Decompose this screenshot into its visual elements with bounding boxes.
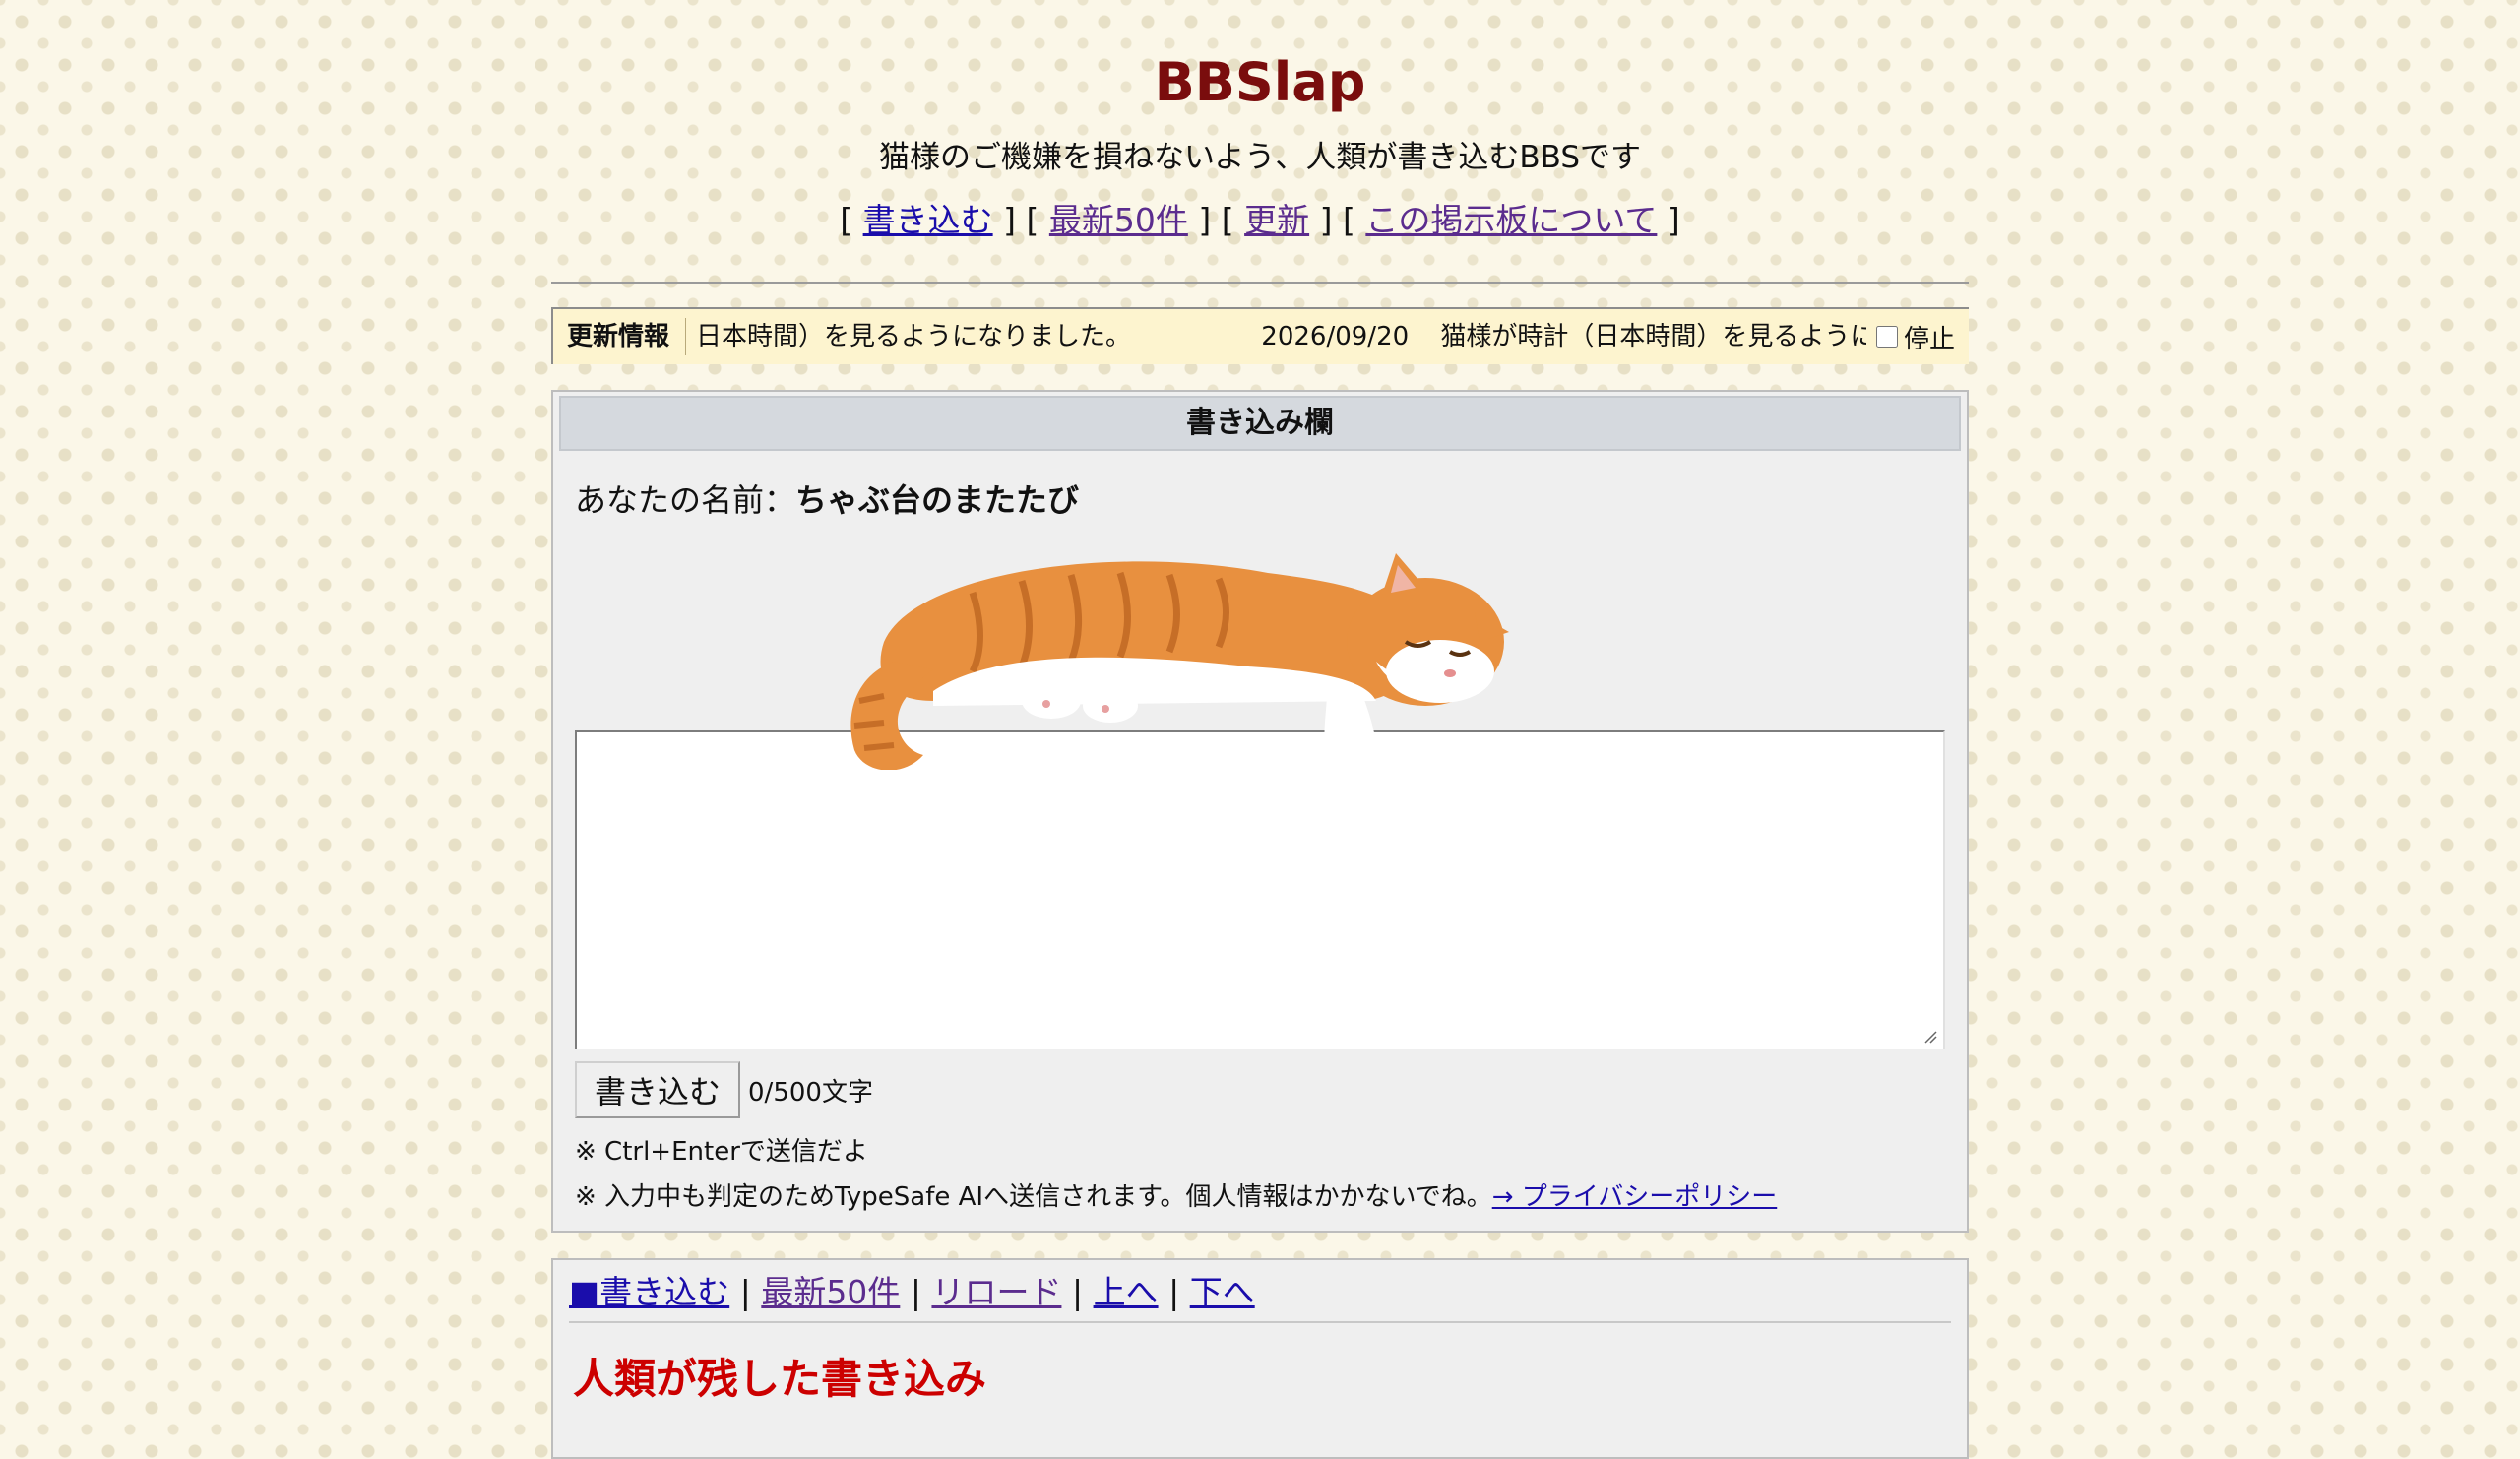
bracket-close: ]: [1003, 201, 1016, 239]
privacy-note-text: ※ 入力中も判定のためTypeSafe AIへ送信されます。個人情報はかかないで…: [575, 1182, 1492, 1212]
shortcut-note: ※ Ctrl+Enterで送信だよ: [575, 1137, 868, 1167]
site-title: BBSlap: [1154, 51, 1366, 113]
posts-section: ■書き込む | 最新50件 | リロード | 上へ | 下へ 人類が残した書き込…: [551, 1258, 1969, 1459]
page-container: BBSlap 猫様のご機嫌を損ねないよう、人類が書き込むBBSです [ 書き込む…: [551, 0, 1969, 1459]
ticker-date: 2026/09/20: [1261, 322, 1410, 351]
privacy-note: ※ 入力中も判定のためTypeSafe AIへ送信されます。個人情報はかかないで…: [575, 1179, 1961, 1215]
nav-separator: |: [1071, 1273, 1084, 1311]
top-navigation: [ 書き込む ] [ 最新50件 ] [ 更新 ] [ この掲示板について ]: [551, 197, 1969, 244]
char-counter: 0/500文字: [748, 1077, 873, 1108]
sleeping-cat-image: [559, 524, 1961, 770]
nav-write-link[interactable]: 書き込む: [863, 201, 993, 239]
post-form: 書き込み欄 あなたの名前：ちゃぶ台のまたたび 書き込む 0/500文字 ※ Ct…: [551, 390, 1969, 1233]
header-divider: [551, 282, 1969, 284]
form-actions: 書き込む 0/500文字: [575, 1061, 1945, 1118]
posts-nav-up-link[interactable]: 上へ: [1094, 1273, 1159, 1311]
ticker-text: 猫様が時計（日本時間）を見るようになりました。: [1440, 322, 1866, 351]
message-textarea[interactable]: [575, 730, 1945, 1049]
news-ticker: 更新情報 日本時間）を見るようになりました。 2026/09/20 猫様が時計（…: [551, 307, 1969, 364]
posts-heading: 人類が残した書き込み: [573, 1355, 987, 1403]
nav-separator: |: [1168, 1273, 1180, 1311]
site-subtitle: 猫様のご機嫌を損ねないよう、人類が書き込むBBSです: [878, 140, 1642, 175]
nav-about-link[interactable]: この掲示板について: [1365, 201, 1657, 239]
nav-refresh-link[interactable]: 更新: [1244, 201, 1309, 239]
post-form-header: 書き込み欄: [559, 396, 1961, 451]
ticker-scroll-area: 日本時間）を見るようになりました。 2026/09/20 猫様が時計（日本時間）…: [686, 318, 1866, 355]
posts-nav-latest50-link[interactable]: 最新50件: [761, 1273, 900, 1311]
posts-nav-down-link[interactable]: 下へ: [1190, 1273, 1255, 1311]
bracket-close: ]: [1198, 201, 1212, 239]
bracket-open: [: [840, 201, 853, 239]
ticker-stop-label: 停止: [1903, 324, 1955, 354]
posts-nav-reload-link[interactable]: リロード: [931, 1273, 1061, 1311]
bracket-close: ]: [1319, 201, 1333, 239]
ticker-stop-checkbox[interactable]: [1875, 326, 1898, 348]
posts-navigation: ■書き込む | 最新50件 | リロード | 上へ | 下へ: [569, 1268, 1951, 1323]
nav-separator: |: [910, 1273, 921, 1311]
ticker-stop-toggle[interactable]: 停止: [1866, 319, 1969, 355]
ticker-text-head: 日本時間）を見るようになりました。: [696, 322, 1132, 351]
bracket-open: [: [1342, 201, 1355, 239]
bracket-open: [: [1026, 201, 1040, 239]
resize-grip-icon[interactable]: [1923, 1030, 1937, 1044]
ticker-label: 更新情報: [553, 318, 687, 355]
cat-illustration: [850, 553, 1509, 770]
bracket-open: [: [1221, 201, 1234, 239]
nav-latest50-link[interactable]: 最新50件: [1049, 201, 1188, 239]
privacy-policy-link[interactable]: → プライバシーポリシー: [1492, 1182, 1778, 1212]
bracket-close: ]: [1667, 201, 1680, 239]
nav-separator: |: [739, 1273, 751, 1311]
posts-nav-write-link[interactable]: ■書き込む: [569, 1273, 729, 1311]
submit-button[interactable]: 書き込む: [575, 1061, 741, 1118]
